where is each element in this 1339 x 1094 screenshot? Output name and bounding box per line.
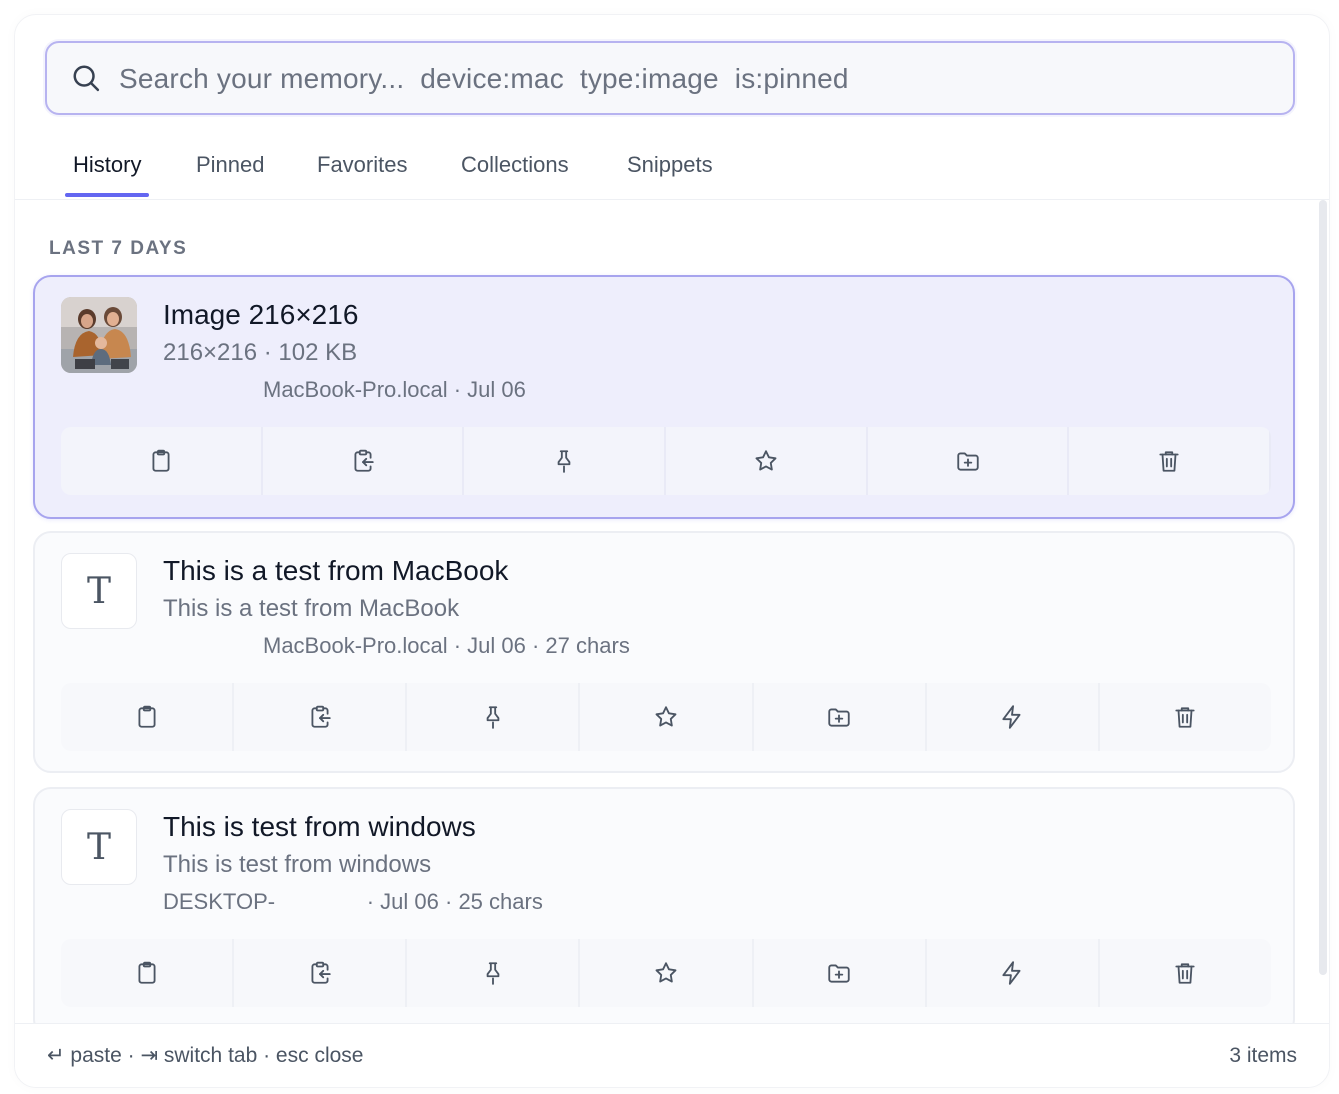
- photo-icon: [61, 297, 137, 373]
- item-title: This is a test from MacBook: [163, 555, 509, 586]
- item-meta: DESKTOP- · Jul 06 · 25 chars: [163, 889, 543, 914]
- history-list[interactable]: LAST 7 DAYS Image 216×216 216×216 · 102 …: [15, 200, 1329, 1023]
- copy-button[interactable]: [61, 427, 263, 495]
- bolt-icon: [1002, 961, 1021, 985]
- pin-button[interactable]: [407, 683, 581, 751]
- search-field[interactable]: Search your memory... device:mac type:im…: [45, 41, 1295, 115]
- search-input-placeholder[interactable]: Search your memory... device:mac type:im…: [119, 43, 849, 115]
- paste-button[interactable]: [234, 683, 408, 751]
- star-icon: [655, 706, 677, 727]
- tab-pinned[interactable]: Pinned: [196, 145, 265, 199]
- item-actions: [61, 939, 1271, 1007]
- list-item[interactable]: T This is test from windows This is test…: [33, 787, 1295, 1023]
- paste-icon: [353, 449, 374, 472]
- paste-button[interactable]: [263, 427, 465, 495]
- image-thumbnail: [61, 297, 137, 373]
- tab-collections[interactable]: Collections: [461, 145, 569, 199]
- folder-add-icon: [828, 964, 850, 983]
- trash-icon: [1175, 963, 1195, 984]
- star-icon: [655, 962, 677, 983]
- pin-icon: [486, 706, 500, 729]
- item-subtitle: This is test from windows: [163, 851, 432, 878]
- quick-action-button[interactable]: [927, 683, 1100, 751]
- delete-button[interactable]: [1069, 427, 1271, 495]
- pin-button[interactable]: [464, 427, 667, 495]
- favorite-button[interactable]: [580, 683, 754, 751]
- clipboard-icon: [138, 961, 156, 984]
- trash-icon: [1159, 451, 1179, 472]
- pin-icon: [557, 450, 571, 473]
- bolt-icon: [1002, 705, 1021, 729]
- section-label: LAST 7 DAYS: [49, 238, 188, 259]
- copy-button[interactable]: [61, 939, 235, 1007]
- item-subtitle: 216×216 · 102 KB: [163, 339, 358, 366]
- item-count: 3 items: [1229, 1044, 1297, 1067]
- paste-icon: [311, 705, 331, 728]
- text-type-icon: T: [61, 553, 137, 629]
- item-actions: [61, 683, 1271, 751]
- tab-snippets[interactable]: Snippets: [627, 145, 713, 199]
- add-to-collection-button[interactable]: [754, 683, 927, 751]
- favorite-button[interactable]: [666, 427, 868, 495]
- add-to-collection-button[interactable]: [754, 939, 927, 1007]
- text-type-icon: T: [61, 809, 137, 885]
- copy-button[interactable]: [61, 683, 235, 751]
- favorite-button[interactable]: [580, 939, 754, 1007]
- star-icon: [755, 450, 777, 471]
- item-meta: MacBook-Pro.local · Jul 06 · 27 chars: [263, 633, 630, 658]
- quick-action-button[interactable]: [927, 939, 1100, 1007]
- tab-favorites[interactable]: Favorites: [317, 145, 407, 199]
- item-actions: [61, 427, 1271, 495]
- paste-icon: [311, 961, 331, 984]
- scrollbar[interactable]: [1319, 200, 1327, 975]
- delete-button[interactable]: [1100, 683, 1271, 751]
- tab-history[interactable]: History: [64, 145, 150, 199]
- clipboard-icon: [152, 449, 170, 472]
- add-to-collection-button[interactable]: [868, 427, 1070, 495]
- clipboard-window: Search your memory... device:mac type:im…: [14, 14, 1330, 1088]
- pin-icon: [486, 962, 500, 985]
- list-item[interactable]: T This is a test from MacBook This is a …: [33, 531, 1295, 773]
- item-subtitle: This is a test from MacBook: [163, 595, 460, 622]
- clipboard-icon: [138, 705, 156, 728]
- delete-button[interactable]: [1100, 939, 1271, 1007]
- folder-add-icon: [828, 708, 850, 727]
- pin-button[interactable]: [407, 939, 581, 1007]
- search-icon: [73, 65, 100, 92]
- trash-icon: [1175, 707, 1195, 728]
- folder-add-icon: [956, 452, 979, 471]
- item-meta: MacBook-Pro.local · Jul 06: [263, 377, 526, 402]
- status-bar: ↵ paste · ⇥ switch tab · esc close 3 ite…: [15, 1023, 1329, 1087]
- item-title: Image 216×216: [163, 299, 359, 330]
- list-item[interactable]: Image 216×216 216×216 · 102 KB MacBook-P…: [33, 275, 1295, 519]
- keyboard-hints: ↵ paste · ⇥ switch tab · esc close: [47, 1044, 364, 1067]
- item-title: This is test from windows: [163, 811, 476, 842]
- paste-button[interactable]: [234, 939, 408, 1007]
